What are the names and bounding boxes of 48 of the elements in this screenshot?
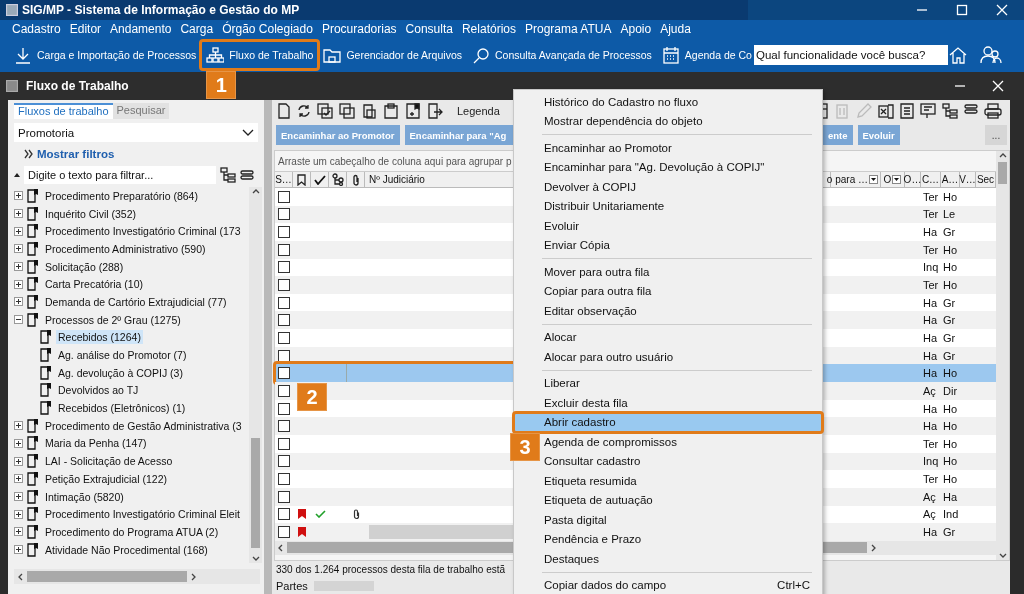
- table-cell: Aç: [923, 490, 936, 503]
- table-cell: Gr: [943, 226, 956, 239]
- table-cell: Gr: [943, 314, 956, 327]
- window-title: SIG/MP - Sistema de Informação e Gestão do MP: [22, 3, 300, 17]
- panel-title: Fluxo de Trabalho: [26, 79, 129, 93]
- table-cell: Ha: [923, 349, 938, 362]
- table-cell: Gr: [943, 526, 956, 538]
- group-hint: Arraste um cabeçalho de coluna aqui para agrupar p: [278, 155, 512, 167]
- table-cell: Le: [943, 208, 956, 221]
- table-cell: Ter: [923, 190, 939, 203]
- table-cell: Ho: [943, 261, 958, 274]
- table-cell: Ho: [943, 420, 958, 433]
- step-tooltip: 1: [206, 71, 237, 99]
- table-cell: Ha: [923, 226, 938, 239]
- table-cell: Ind: [943, 508, 959, 521]
- table-cell: Ho: [943, 473, 958, 486]
- table-cell: Ho: [943, 367, 958, 380]
- table-cell: Ha: [923, 296, 938, 309]
- table-cell: Ha: [923, 314, 938, 327]
- step-tooltip: 2: [297, 383, 327, 412]
- table-cell: Ter: [923, 208, 939, 221]
- table-cell: Ho: [943, 455, 958, 468]
- table-cell: Ter: [923, 243, 939, 256]
- table-cell: Ha: [923, 331, 938, 344]
- table-cell: Ho: [943, 243, 958, 256]
- table-cell: Ter: [923, 473, 939, 486]
- table-cell: Ho: [943, 437, 958, 450]
- table-cell: Gr: [943, 296, 956, 309]
- table-cell: Dir: [943, 384, 958, 397]
- step-tooltip: 3: [510, 433, 540, 461]
- table-cell: Ha: [923, 402, 938, 415]
- table-cell: Ter: [923, 437, 939, 450]
- table-cell: Ho: [943, 402, 958, 415]
- status-text: 330 dos 1.264 processos desta fila de trabalho estã: [275, 563, 507, 577]
- table-cell: Gr: [943, 349, 956, 362]
- table-cell: Inq: [923, 261, 939, 274]
- table-cell: Inq: [923, 455, 939, 468]
- table-cell: Ha: [923, 367, 938, 380]
- table-cell: Aç: [923, 384, 936, 397]
- table-cell: Ha: [923, 526, 938, 538]
- details-label: Partes: [276, 580, 308, 592]
- table-cell: Gr: [943, 331, 956, 344]
- table-cell: Ho: [943, 279, 958, 291]
- table-cell: Ter: [923, 279, 939, 291]
- table-cell: Ho: [943, 190, 958, 203]
- table-cell: Ha: [943, 490, 958, 503]
- table-cell: Ha: [923, 420, 938, 433]
- table-cell: Aç: [923, 508, 936, 521]
